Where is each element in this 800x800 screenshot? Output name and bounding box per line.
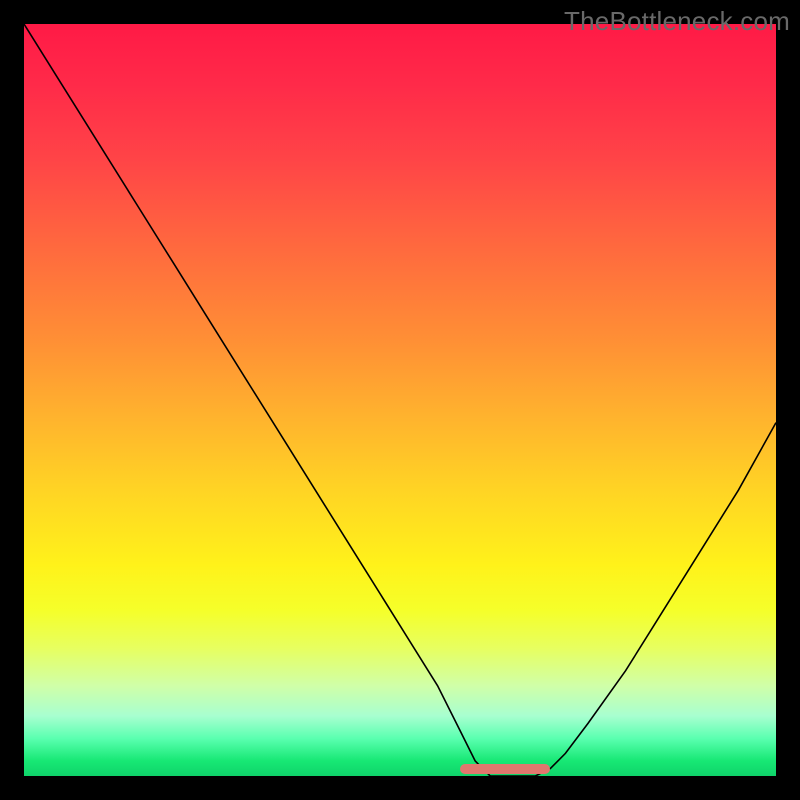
watermark-text: TheBottleneck.com	[564, 6, 790, 37]
chart-frame: { "watermark": "TheBottleneck.com", "col…	[0, 0, 800, 800]
curve-layer	[24, 24, 776, 776]
bottleneck-curve	[24, 24, 776, 776]
optimal-range-marker	[460, 764, 550, 774]
plot-area	[24, 24, 776, 776]
